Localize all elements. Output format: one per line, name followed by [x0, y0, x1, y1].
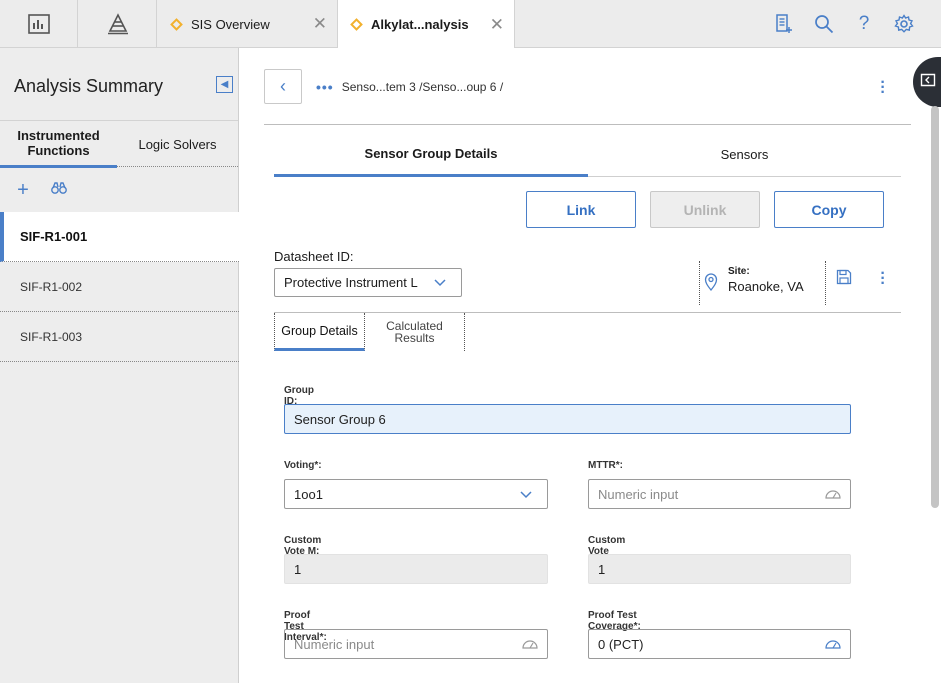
custom-vote-m-value: 1 — [294, 561, 302, 577]
tab-label: Instrumented Functions — [17, 128, 100, 158]
asset-diamond-icon — [170, 17, 183, 31]
tab-sensors[interactable]: Sensors — [588, 132, 901, 177]
tab-sensor-group-details[interactable]: Sensor Group Details — [274, 132, 588, 177]
chevron-left-icon: ‹ — [280, 76, 286, 96]
separator — [699, 261, 700, 305]
divider — [264, 124, 911, 125]
custom-vote-n-value: 1 — [598, 561, 606, 577]
chevron-down-icon — [433, 275, 447, 292]
back-button[interactable]: ‹ — [264, 69, 302, 104]
tab-label: Logic Solvers — [138, 137, 217, 152]
tab-alkylation-analysis[interactable]: Alkylat...nalysis ✕ — [337, 0, 515, 49]
dashboard-icon[interactable] — [0, 0, 78, 48]
tab-label-line2: Results — [394, 331, 435, 345]
site-value: Roanoke, VA — [728, 279, 804, 294]
chevron-down-icon — [519, 487, 533, 504]
tab-instrumented-functions[interactable]: Instrumented Functions — [0, 121, 117, 168]
custom-vote-m-field: 1 — [284, 554, 548, 584]
gauge-icon[interactable] — [824, 637, 842, 654]
analysis-summary-panel: Analysis Summary ◀ Instrumented Function… — [0, 48, 239, 683]
panel-expand-icon — [920, 73, 936, 92]
add-icon[interactable]: + — [10, 179, 36, 202]
breadcrumb-path[interactable]: Senso...tem 3 /Senso...oup 6 / — [342, 80, 503, 94]
more-horizontal-icon[interactable]: ••• — [316, 79, 334, 95]
voting-value: 1oo1 — [294, 486, 323, 502]
tab-label: Group Details — [281, 323, 358, 338]
tab-group-details[interactable]: Group Details — [274, 313, 365, 351]
gauge-icon[interactable] — [521, 637, 539, 654]
close-icon[interactable]: ✕ — [490, 15, 504, 35]
datasheet-value: Protective Instrument Loop — [284, 275, 418, 290]
list-item[interactable]: SIF-R1-001 — [0, 212, 239, 262]
close-icon[interactable]: ✕ — [313, 14, 327, 34]
mttr-placeholder: Numeric input — [598, 486, 679, 502]
main-tabs: Sensor Group Details Sensors — [274, 132, 901, 177]
tab-calculated-results[interactable]: Calculated Results — [365, 313, 465, 351]
more-vertical-icon[interactable]: · · · — [880, 266, 886, 292]
copy-button[interactable]: Copy — [774, 191, 884, 228]
group-id-value: Sensor Group 6 — [294, 411, 386, 427]
panel-tabs: Instrumented Functions Logic Solvers — [0, 120, 238, 168]
mttr-field[interactable]: Numeric input — [588, 479, 851, 509]
tab-label: Sensor Group Details — [364, 145, 498, 161]
site-info: Site: Roanoke, VA — [704, 266, 804, 296]
save-icon[interactable] — [836, 269, 852, 290]
list-item[interactable]: SIF-R1-003 — [0, 312, 239, 362]
proof-test-interval-placeholder: Numeric input — [294, 636, 375, 652]
toolbar-icons: ? — [764, 0, 924, 48]
tab-sis-overview[interactable]: SIS Overview ✕ — [158, 0, 338, 48]
datasheet-label: Datasheet ID: — [274, 249, 354, 264]
more-vertical-icon[interactable]: · · · — [880, 75, 886, 101]
collapse-panel-icon[interactable]: ◀ — [216, 76, 233, 93]
list-item[interactable]: SIF-R1-002 — [0, 262, 239, 312]
new-report-icon[interactable] — [764, 14, 804, 34]
proof-test-interval-field[interactable]: Numeric input — [284, 629, 548, 659]
link-button[interactable]: Link — [526, 191, 636, 228]
search-icon[interactable] — [804, 14, 844, 34]
hierarchy-icon[interactable] — [79, 0, 157, 48]
voting-select[interactable]: 1oo1 — [284, 479, 548, 509]
tab-label: SIS Overview — [191, 16, 270, 32]
tab-label: Alkylat...nalysis — [371, 17, 469, 32]
proof-test-coverage-value: 0 (PCT) — [598, 636, 644, 652]
location-pin-icon — [704, 273, 718, 296]
breadcrumb: ••• Senso...tem 3 /Senso...oup 6 / — [316, 79, 503, 95]
function-list: SIF-R1-001 SIF-R1-002 SIF-R1-003 — [0, 212, 239, 362]
panel-toolbar: + — [0, 168, 238, 212]
proof-test-coverage-field[interactable]: 0 (PCT) — [588, 629, 851, 659]
voting-label: Voting*: — [284, 460, 322, 471]
asset-diamond-icon — [350, 18, 363, 31]
panel-title: Analysis Summary — [14, 76, 164, 96]
help-icon[interactable]: ? — [844, 13, 884, 35]
vertical-scrollbar[interactable] — [931, 106, 939, 508]
separator — [825, 261, 826, 305]
datasheet-select[interactable]: Protective Instrument Loop — [274, 268, 462, 297]
custom-vote-n-field: 1 — [588, 554, 851, 584]
gear-icon[interactable] — [884, 14, 924, 34]
site-label: Site: — [728, 266, 750, 277]
tab-label: Sensors — [720, 147, 769, 162]
main-content: ‹ ••• Senso...tem 3 /Senso...oup 6 / · · ·… — [240, 48, 941, 683]
gauge-icon[interactable] — [824, 487, 842, 504]
group-id-field[interactable]: Sensor Group 6 — [284, 404, 851, 434]
tab-logic-solvers[interactable]: Logic Solvers — [117, 121, 238, 168]
unlink-button: Unlink — [650, 191, 760, 228]
binoculars-icon[interactable] — [46, 181, 72, 200]
mttr-label: MTTR*: — [588, 460, 623, 471]
top-bar: SIS Overview ✕ Alkylat...nalysis ✕ ? — [0, 0, 941, 49]
